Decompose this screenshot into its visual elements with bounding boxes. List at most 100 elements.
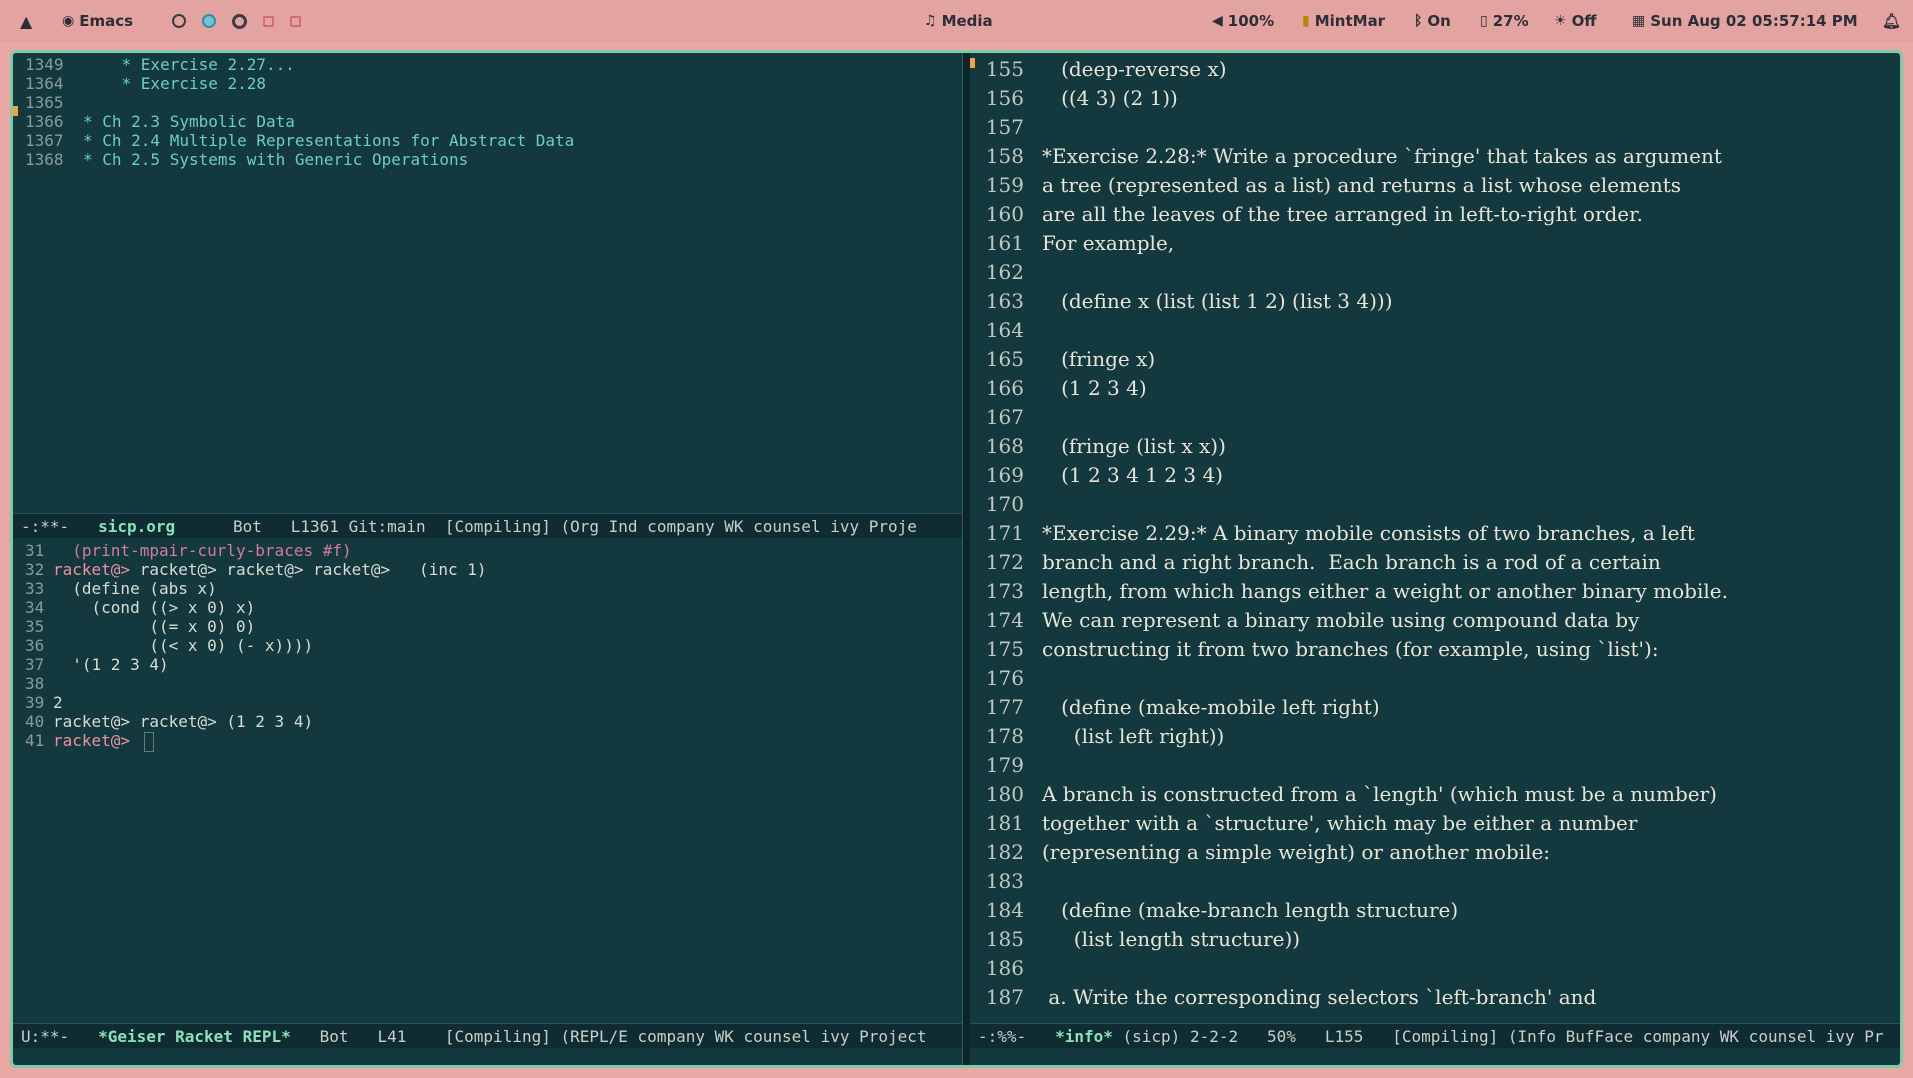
info-line[interactable]: 172 branch and a right branch. Each branc… — [970, 548, 1661, 577]
line-number: 175 — [985, 637, 1024, 661]
modeline-status: -:**- — [21, 517, 70, 536]
info-text: (define x (list (list 1 2) (list 3 4))) — [1042, 289, 1393, 313]
org-line[interactable]: 1364 * Exercise 2.28 — [25, 74, 266, 93]
notification-button[interactable]: 🔔︎ — [1882, 0, 1901, 42]
emacs-frame: 1349 * Exercise 2.27... 1364 * Exercise 2… — [10, 50, 1903, 1068]
org-buffer-window[interactable]: 1349 * Exercise 2.27... 1364 * Exercise 2… — [13, 53, 962, 513]
org-heading: * Exercise 2.27... — [83, 55, 295, 74]
modeline-vc[interactable]: Git:main — [349, 517, 426, 536]
info-line[interactable]: 169 (1 2 3 4 1 2 3 4) — [970, 461, 1223, 490]
window-divider[interactable] — [962, 53, 970, 1065]
battery-widget[interactable]: ▯ 27% — [1480, 0, 1529, 42]
modeline-buffer-name[interactable]: *info* — [1055, 1027, 1113, 1046]
keyboard-widget[interactable]: ▮ MintMar — [1302, 0, 1385, 42]
org-line[interactable]: 1366 * Ch 2.3 Symbolic Data — [25, 112, 295, 131]
text-cursor[interactable] — [143, 731, 154, 752]
workspace-1[interactable] — [172, 14, 186, 28]
repl-line[interactable]: 41 racket@> — [25, 731, 154, 752]
info-line[interactable]: 163 (define x (list (list 1 2) (list 3 4… — [970, 287, 1393, 316]
repl-mode-line[interactable]: U:**- *Geiser Racket REPL* Bot L41 [Comp… — [13, 1023, 962, 1048]
line-number: 164 — [985, 318, 1024, 342]
info-line[interactable]: 173 length, from which hangs either a wei… — [970, 577, 1728, 606]
repl-buffer-window[interactable]: 31 (print-mpair-curly-braces #f) 32 racket… — [13, 539, 962, 1039]
info-text: (define (make-branch length structure) — [1042, 898, 1459, 922]
info-line[interactable]: 176 — [970, 664, 1042, 693]
info-line[interactable]: 181 together with a `structure', which ma… — [970, 809, 1638, 838]
info-line[interactable]: 162 — [970, 258, 1042, 287]
brightness-widget[interactable]: ☀ Off — [1554, 0, 1596, 42]
info-buffer-window[interactable]: 155 (deep-reverse x) 156 ((4 3) (2 1)) 157… — [970, 53, 1900, 1023]
org-mode-line[interactable]: -:**- sicp.org Bot L1361 Git:main [Compi… — [13, 513, 962, 538]
workspace-indicators — [172, 0, 317, 42]
info-line[interactable]: 183 — [970, 867, 1042, 896]
info-line[interactable]: 175 constructing it from two branches (fo… — [970, 635, 1659, 664]
org-line[interactable]: 1367 * Ch 2.4 Multiple Representations fo… — [25, 131, 574, 150]
info-line[interactable]: 160 are all the leaves of the tree arrang… — [970, 200, 1643, 229]
info-line[interactable]: 167 — [970, 403, 1042, 432]
info-line[interactable]: 185 (list length structure)) — [970, 925, 1300, 954]
info-mode-line[interactable]: -:%%- *info* (sicp) 2-2-2 50% L155 [Comp… — [970, 1023, 1900, 1048]
info-line[interactable]: 158 *Exercise 2.28:* Write a procedure `f… — [970, 142, 1722, 171]
info-line[interactable]: 179 — [970, 751, 1042, 780]
repl-line[interactable]: 35 ((= x 0) 0) — [25, 617, 255, 636]
workspace-4[interactable] — [263, 15, 274, 27]
org-line[interactable]: 1368 * Ch 2.5 Systems with Generic Operat… — [25, 150, 468, 169]
volume-widget[interactable]: ◀ 100% — [1212, 0, 1274, 42]
brightness-value: Off — [1571, 12, 1597, 30]
org-line[interactable]: 1349 * Exercise 2.27... — [25, 55, 295, 74]
modeline-line: L155 — [1324, 1027, 1364, 1046]
launcher-button[interactable]: ▲ — [20, 0, 32, 42]
info-line[interactable]: 156 ((4 3) (2 1)) — [970, 84, 1178, 113]
info-line[interactable]: 174 We can represent a binary mobile usin… — [970, 606, 1640, 635]
media-widget[interactable]: ♫ Media — [924, 0, 993, 42]
modeline-buffer-name[interactable]: *Geiser Racket REPL* — [98, 1027, 291, 1046]
line-number: 1365 — [25, 93, 64, 112]
org-line[interactable]: 1365 — [25, 93, 83, 112]
info-line[interactable]: 182 (representing a simple weight) or ano… — [970, 838, 1550, 867]
modeline-buffer-name[interactable]: sicp.org — [98, 517, 175, 536]
workspace-5[interactable] — [290, 15, 301, 27]
info-text: a. Write the corresponding selectors `le… — [1042, 985, 1597, 1009]
repl-line[interactable]: 34 (cond ((> x 0) x) — [25, 598, 255, 617]
line-number: 166 — [985, 376, 1024, 400]
info-line[interactable]: 165 (fringe x) — [970, 345, 1155, 374]
info-line[interactable]: 184 (define (make-branch length structur… — [970, 896, 1458, 925]
info-line[interactable]: 157 — [970, 113, 1042, 142]
line-number: 172 — [985, 550, 1024, 574]
line-number: 169 — [985, 463, 1024, 487]
modeline-line: L41 — [377, 1027, 407, 1046]
info-line[interactable]: 168 (fringe (list x x)) — [970, 432, 1226, 461]
line-number: 41 — [25, 731, 45, 750]
repl-line[interactable]: 38 — [25, 674, 53, 693]
active-app[interactable]: ◉ Emacs — [62, 0, 133, 42]
info-line[interactable]: 186 — [970, 954, 1042, 983]
repl-text: (print-mpair-curly-braces #f) — [53, 541, 352, 560]
info-line[interactable]: 178 (list left right)) — [970, 722, 1225, 751]
clock-widget[interactable]: ▦ Sun Aug 02 05:57:14 PM — [1632, 0, 1858, 42]
info-line[interactable]: 187 a. Write the corresponding selectors… — [970, 983, 1597, 1012]
org-heading: * Ch 2.3 Symbolic Data — [83, 112, 295, 131]
repl-line[interactable]: 31 (print-mpair-curly-braces #f) — [25, 541, 352, 560]
info-line[interactable]: 159 a tree (represented as a list) and re… — [970, 171, 1681, 200]
repl-line[interactable]: 32 racket@> racket@> racket@> racket@> (i… — [25, 560, 486, 579]
info-line[interactable]: 171 *Exercise 2.29:* A binary mobile cons… — [970, 519, 1695, 548]
info-line[interactable]: 164 — [970, 316, 1042, 345]
repl-line[interactable]: 39 2 — [25, 693, 63, 712]
bluetooth-widget[interactable]: ᛒ On — [1414, 0, 1451, 42]
info-line[interactable]: 177 (define (make-mobile left right) — [970, 693, 1380, 722]
info-line[interactable]: 166 (1 2 3 4) — [970, 374, 1147, 403]
info-text: (list left right)) — [1042, 724, 1225, 748]
repl-line[interactable]: 37 '(1 2 3 4) — [25, 655, 169, 674]
repl-line[interactable]: 33 (define (abs x) — [25, 579, 217, 598]
emacs-icon: ◉ — [62, 13, 75, 29]
info-line[interactable]: 180 A branch is constructed from a `lengt… — [970, 780, 1717, 809]
active-app-label: Emacs — [79, 12, 134, 30]
info-line[interactable]: 170 — [970, 490, 1042, 519]
workspace-2[interactable] — [202, 14, 216, 28]
modeline-status: U:**- — [21, 1027, 70, 1046]
info-line[interactable]: 155 (deep-reverse x) — [970, 55, 1227, 84]
repl-line[interactable]: 40 racket@> racket@> (1 2 3 4) — [25, 712, 313, 731]
workspace-3[interactable] — [232, 13, 247, 29]
info-line[interactable]: 161 For example, — [970, 229, 1174, 258]
repl-line[interactable]: 36 ((< x 0) (- x)))) — [25, 636, 313, 655]
